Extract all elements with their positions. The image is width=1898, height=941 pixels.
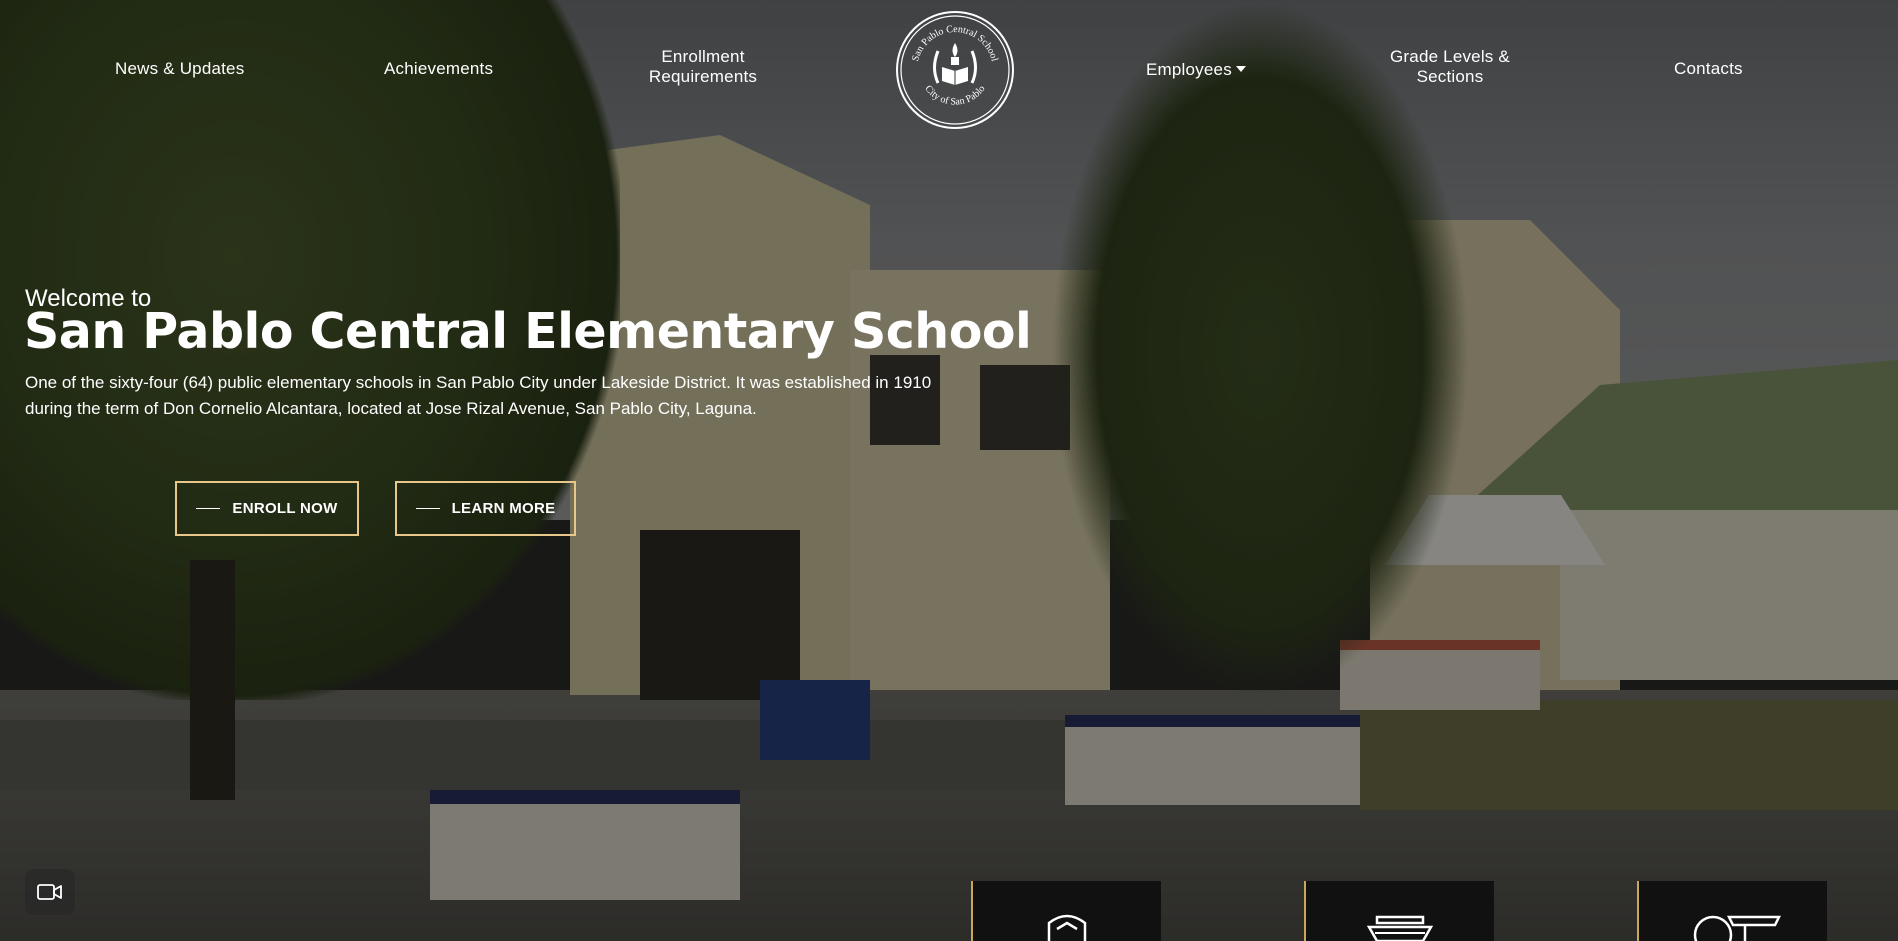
nav-enrollment-requirements[interactable]: Enrollment Requirements [628, 47, 778, 87]
learn-more-button[interactable]: LEARN MORE [395, 481, 576, 536]
dark-overlay [0, 0, 1898, 941]
dash-icon [415, 507, 440, 510]
ship-icon [1367, 915, 1433, 941]
nav-news-updates[interactable]: News & Updates [115, 59, 244, 79]
nav-employees-label: Employees [1146, 60, 1232, 79]
hero-description: One of the sixty-four (64) public elemen… [25, 373, 932, 418]
main-navigation: News & Updates Achievements Enrollment R… [0, 0, 1898, 140]
school-logo[interactable]: San Pablo Central School City of San Pab… [896, 11, 1014, 129]
feature-card[interactable] [1304, 881, 1494, 941]
nav-employees-dropdown[interactable]: Employees [1146, 60, 1246, 80]
enroll-now-label: ENROLL NOW [232, 500, 338, 517]
nav-achievements[interactable]: Achievements [384, 59, 493, 79]
tools-icon [1693, 915, 1781, 941]
feature-card[interactable] [1637, 881, 1827, 941]
school-seal-icon: San Pablo Central School City of San Pab… [900, 15, 1010, 125]
logo-bottom-text: City of San Pablo [922, 83, 987, 107]
nav-grade-levels-sections[interactable]: Grade Levels & Sections [1375, 47, 1525, 87]
hero-title: San Pablo Central Elementary School [24, 303, 1032, 360]
shield-icon [1047, 914, 1087, 941]
caret-down-icon [1235, 66, 1246, 72]
hero-background [0, 0, 1898, 941]
dash-icon [196, 507, 221, 510]
enroll-now-button[interactable]: ENROLL NOW [175, 481, 359, 536]
video-camera-icon [37, 884, 62, 900]
feature-card[interactable] [971, 881, 1161, 941]
nav-contacts[interactable]: Contacts [1674, 59, 1743, 79]
video-toggle-button[interactable] [25, 869, 75, 915]
learn-more-label: LEARN MORE [451, 500, 556, 517]
